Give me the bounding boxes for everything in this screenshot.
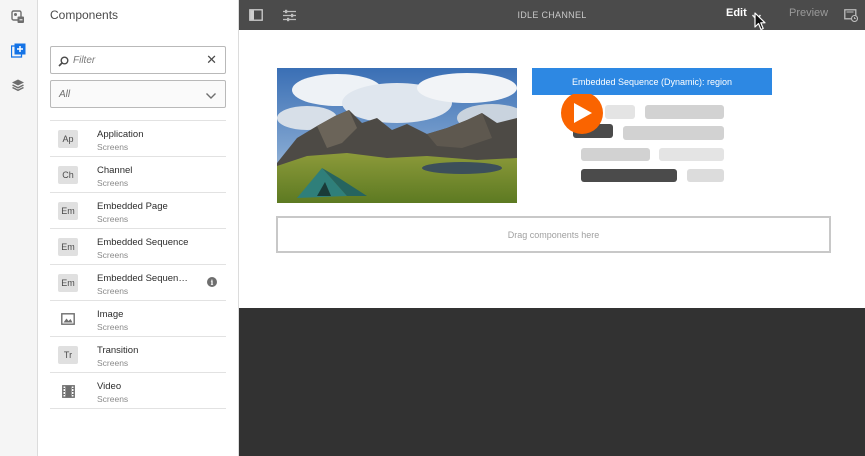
- component-group: Screens: [97, 214, 129, 224]
- component-name: Embedded Page: [97, 201, 168, 212]
- component-name: Application: [97, 129, 144, 140]
- filter-input[interactable]: [73, 51, 193, 69]
- add-component-icon[interactable]: [9, 41, 27, 59]
- chevron-down-icon: [205, 88, 217, 106]
- list-item[interactable]: Tr Transition Screens: [50, 337, 226, 373]
- emulator-icon[interactable]: [842, 6, 860, 24]
- component-badge: Em: [58, 202, 78, 220]
- component-list: Ap Application Screens Ch Channel Screen…: [50, 120, 226, 409]
- drop-zone-label: Drag components here: [507, 229, 600, 240]
- filter-field[interactable]: ✕: [50, 46, 226, 74]
- list-item[interactable]: Em Embedded Sequence Screens: [50, 229, 226, 265]
- panel-title: Components: [50, 8, 119, 22]
- clear-icon[interactable]: ✕: [206, 53, 217, 67]
- component-badge: Ch: [58, 166, 78, 184]
- components-panel: Components ✕ All Ap Application Screens …: [38, 0, 239, 456]
- embedded-sequence-placeholder: [559, 92, 729, 191]
- component-group: Screens: [97, 394, 129, 404]
- page-title: IDLE CHANNEL: [517, 10, 587, 20]
- list-item[interactable]: Em Embedded Sequenc... Screens i: [50, 265, 226, 301]
- list-item[interactable]: Ch Channel Screens: [50, 157, 226, 193]
- info-icon[interactable]: i: [207, 277, 217, 287]
- list-item[interactable]: Video Screens: [50, 373, 226, 409]
- component-name: Channel: [97, 165, 133, 176]
- mouse-pointer-icon: [754, 12, 766, 36]
- list-item[interactable]: Em Embedded Page Screens: [50, 193, 226, 229]
- component-group: Screens: [97, 178, 129, 188]
- component-name: Video: [97, 381, 122, 392]
- component-name: Transition: [97, 345, 139, 356]
- workspace-background: [239, 308, 865, 456]
- preview-button[interactable]: Preview: [789, 7, 828, 19]
- component-group: Screens: [97, 358, 129, 368]
- component-group: Screens: [97, 286, 129, 296]
- component-badge: Em: [58, 238, 78, 256]
- drop-zone[interactable]: Drag components here: [276, 216, 831, 253]
- component-badge: Tr: [58, 346, 78, 364]
- film-icon: [58, 382, 78, 400]
- component-name: Embedded Sequenc...: [97, 273, 189, 284]
- list-item[interactable]: Ap Application Screens: [50, 121, 226, 157]
- component-group: Screens: [97, 250, 129, 260]
- embedded-sequence-label[interactable]: Embedded Sequence (Dynamic): region: [532, 68, 772, 95]
- image-icon: [58, 310, 78, 328]
- layers-icon[interactable]: [9, 76, 27, 94]
- group-select[interactable]: All: [50, 80, 226, 108]
- list-item[interactable]: Image Screens: [50, 301, 226, 337]
- image-component[interactable]: [277, 68, 517, 203]
- editor-toolbar: IDLE CHANNEL Edit Preview: [239, 0, 865, 30]
- page-canvas: Embedded Sequence (Dynamic): region Drag…: [239, 30, 865, 308]
- side-rail: [0, 0, 38, 456]
- search-icon: [58, 54, 69, 72]
- component-badge: Ap: [58, 130, 78, 148]
- component-name: Image: [97, 309, 124, 320]
- edit-mode-button[interactable]: Edit: [726, 7, 747, 19]
- group-select-value: All: [59, 89, 71, 100]
- component-group: Screens: [97, 322, 129, 332]
- component-name: Embedded Sequence: [97, 237, 189, 248]
- component-badge: Em: [58, 274, 78, 292]
- component-group: Screens: [97, 142, 129, 152]
- assets-icon[interactable]: [9, 8, 27, 26]
